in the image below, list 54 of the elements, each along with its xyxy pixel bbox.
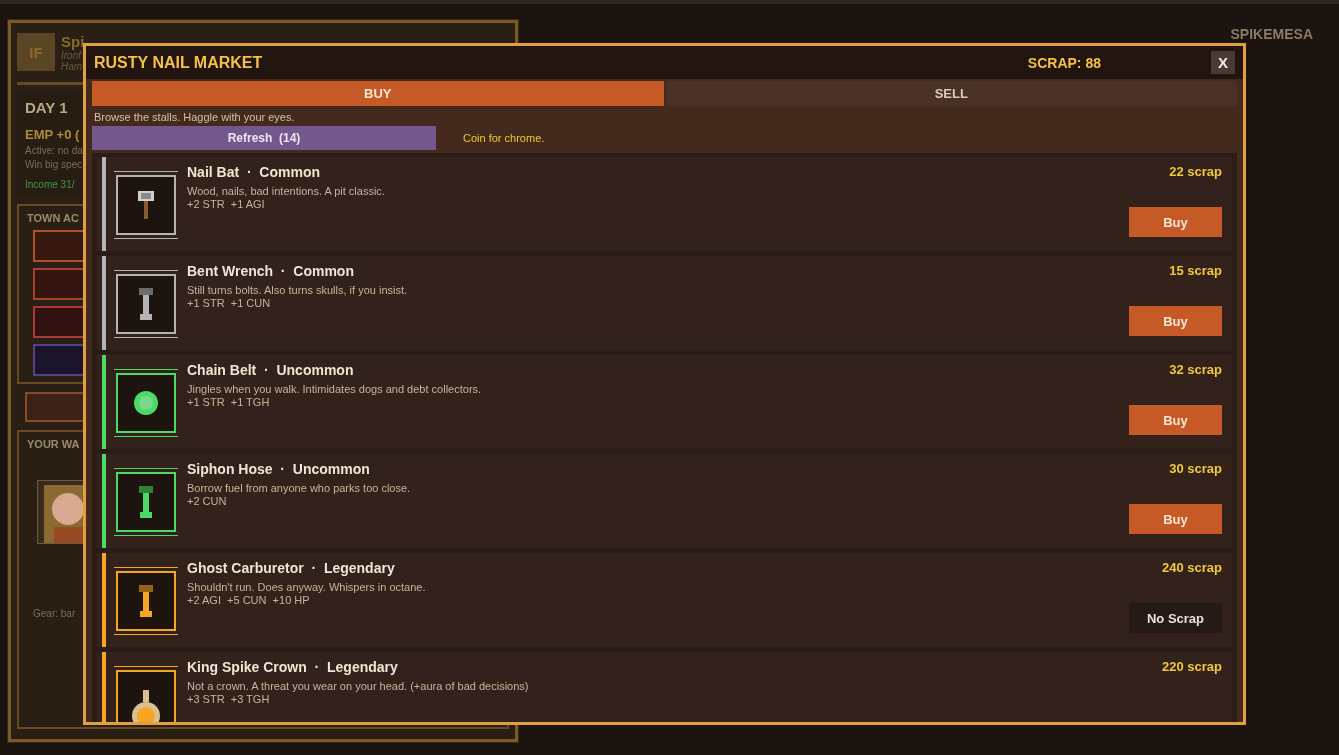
item-description: Not a crown. A threat you wear on your head. (+aura of bad decisions) — [187, 680, 530, 693]
item-price: 15 scrap — [1169, 263, 1222, 278]
town-name: SPIKEMESA — [1230, 26, 1313, 42]
status-text: Active: no da — [25, 145, 83, 156]
refresh-button[interactable]: Refresh (14) — [92, 126, 436, 150]
day-label: DAY 1 — [25, 99, 68, 116]
item-stats: +2 CUN — [187, 495, 228, 508]
hammer-icon — [138, 191, 154, 219]
dialog-title: RUSTY NAIL MARKET — [94, 53, 264, 72]
close-button[interactable]: X — [1211, 51, 1235, 74]
section-title: YOUR WA — [27, 438, 80, 450]
bar-icon — [139, 486, 153, 518]
item-stats: +3 STR +3 TGH — [187, 693, 271, 706]
item-title: Siphon Hose · Uncommon — [187, 461, 371, 477]
item-price: 32 scrap — [1169, 362, 1222, 377]
owner-subtitle: Ironf — [61, 50, 82, 61]
orb-icon — [134, 391, 158, 415]
section-title: TOWN AC — [27, 212, 79, 224]
tab[interactable]: BUY — [92, 81, 664, 106]
item-description: Borrow fuel from anyone who parks too close. — [187, 482, 412, 495]
income-label: Income 31/ — [25, 179, 75, 190]
gear-text: Gear: bar — [33, 608, 76, 619]
item-description: Still turns bolts. Also turns skulls, if you insist. — [187, 284, 409, 297]
item-stats: +2 STR +1 AGI — [187, 198, 266, 211]
item-title: Nail Bat · Common — [187, 164, 321, 180]
flavor-text: Coin for chrome. — [463, 132, 545, 144]
item-price: 22 scrap — [1169, 164, 1222, 179]
item-stats: +1 STR +1 TGH — [187, 396, 271, 409]
buy-button[interactable]: Buy — [1129, 306, 1222, 336]
item-stats: +2 AGI +5 CUN +10 HP — [187, 594, 311, 607]
item-title: Bent Wrench · Common — [187, 263, 355, 279]
buy-button[interactable]: Buy — [1129, 207, 1222, 237]
item-description: Jingles when you walk. Intimidates dogs and debt collectors. — [187, 383, 483, 396]
emp-label: EMP +0 ( — [25, 127, 80, 142]
owner-name: Spi — [61, 33, 85, 50]
item-price: 220 scrap — [1162, 659, 1222, 674]
item-stats: +1 STR +1 CUN — [187, 297, 272, 310]
bar-icon — [139, 585, 153, 617]
item-title: Ghost Carburetor · Legendary — [187, 560, 396, 576]
buy-button[interactable]: Buy — [1129, 504, 1222, 534]
hint-text: Browse the stalls. Haggle with your eyes. — [93, 110, 296, 125]
item-title: Chain Belt · Uncommon — [187, 362, 355, 378]
tab[interactable]: SELL — [665, 81, 1237, 106]
scrap-counter: SCRAP: 88 — [1027, 54, 1101, 71]
item-title: King Spike Crown · Legendary — [187, 659, 399, 675]
status-text: Win big spec — [25, 159, 83, 170]
item-price: 30 scrap — [1169, 461, 1222, 476]
owner-subtitle: Ham — [61, 61, 84, 72]
buy-button[interactable]: Buy — [1129, 405, 1222, 435]
bar-icon — [139, 288, 153, 320]
item-description: Shouldn't run. Does anyway. Whispers in octane. — [187, 581, 427, 594]
item-description: Wood, nails, bad intentions. A pit classic. — [187, 185, 386, 198]
buy-button[interactable]: No Scrap — [1129, 603, 1222, 633]
item-price: 240 scrap — [1162, 560, 1222, 575]
